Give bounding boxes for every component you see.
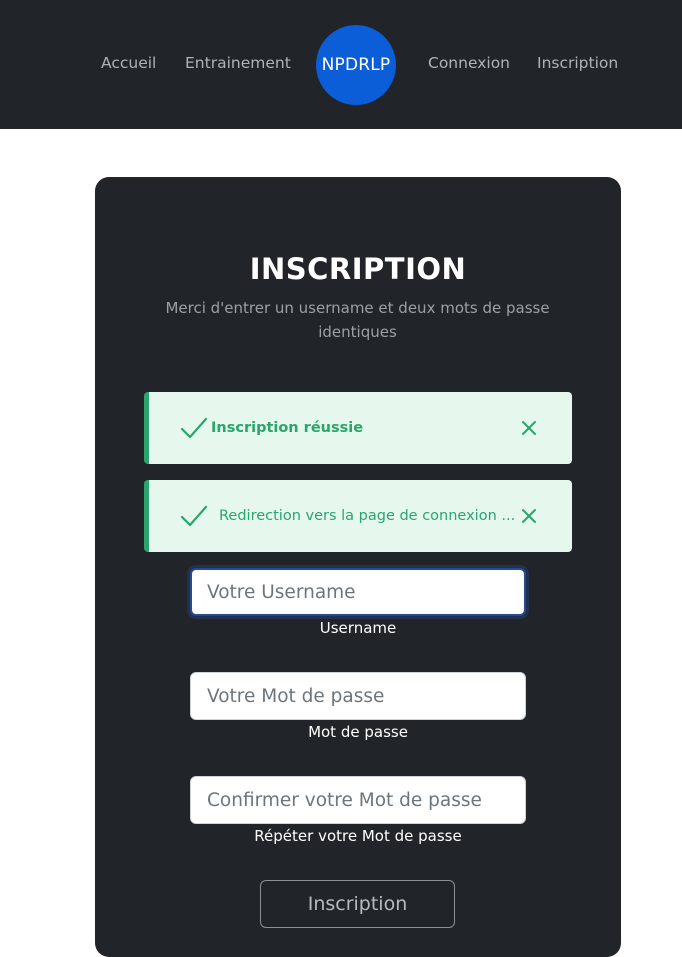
username-label: Username	[319, 619, 397, 637]
alert-message: Redirection vers la page de connexion ..…	[219, 508, 516, 524]
brand-logo[interactable]: NPDRLP	[316, 25, 396, 105]
nav-link-entrainement[interactable]: Entrainement	[185, 52, 291, 74]
confirm-password-input[interactable]	[190, 776, 526, 824]
close-icon[interactable]	[521, 420, 537, 436]
navbar: Accueil Entrainement NPDRLP Connexion In…	[0, 0, 682, 129]
password-input[interactable]	[190, 672, 526, 720]
confirm-password-label: Répéter votre Mot de passe	[254, 827, 462, 845]
alert-message: Inscription réussie	[211, 420, 364, 436]
username-input[interactable]	[190, 568, 526, 616]
close-icon[interactable]	[521, 508, 537, 524]
check-icon	[180, 505, 208, 527]
inscription-button[interactable]: Inscription	[260, 880, 455, 928]
nav-link-inscription[interactable]: Inscription	[537, 52, 618, 74]
nav-link-connexion[interactable]: Connexion	[428, 52, 510, 74]
password-label: Mot de passe	[308, 723, 408, 741]
page-subtitle: Merci d'entrer un username et deux mots …	[165, 299, 550, 341]
alert-redirect: Redirection vers la page de connexion ..…	[144, 480, 572, 552]
nav-link-accueil[interactable]: Accueil	[101, 52, 156, 74]
page-title: INSCRIPTION	[249, 252, 467, 286]
alert-success: Inscription réussie	[144, 392, 572, 464]
check-icon	[180, 417, 208, 439]
